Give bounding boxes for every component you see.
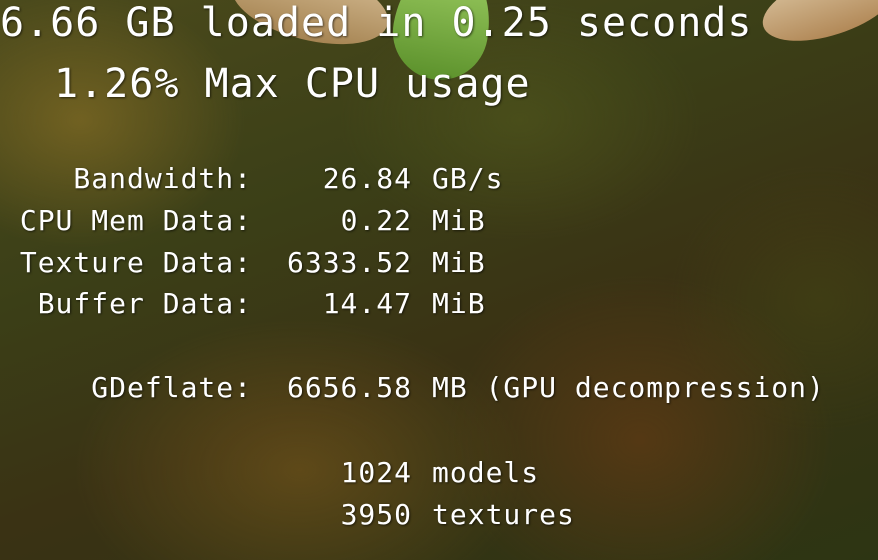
models-count: 1024 bbox=[340, 456, 412, 489]
stat-value: 6333.52 bbox=[286, 246, 412, 279]
stat-value: 26.84 bbox=[322, 162, 412, 195]
stat-value: 14.47 bbox=[322, 287, 412, 320]
gdeflate-unit: MB (GPU decompression) bbox=[432, 371, 825, 404]
stat-label: CPU Mem Data: bbox=[19, 204, 252, 237]
models-label: models bbox=[432, 456, 540, 489]
stat-label: Bandwidth: bbox=[73, 162, 252, 195]
cpu-usage: 1.26% Max CPU usage bbox=[54, 61, 531, 107]
gdeflate-value: 6656.58 bbox=[286, 371, 412, 404]
gdeflate-label: GDeflate: bbox=[91, 371, 252, 404]
twig-image-right bbox=[754, 0, 878, 56]
textures-count: 3950 bbox=[340, 498, 412, 531]
stat-unit: MiB bbox=[432, 204, 486, 237]
load-summary: 6.66 GB loaded in 0.25 seconds bbox=[0, 0, 753, 46]
stat-label: Texture Data: bbox=[19, 246, 252, 279]
stat-unit: MiB bbox=[432, 287, 486, 320]
textures-label: textures bbox=[432, 498, 575, 531]
stat-label: Buffer Data: bbox=[37, 287, 252, 320]
stat-value: 0.22 bbox=[340, 204, 412, 237]
stat-unit: MiB bbox=[432, 246, 486, 279]
stat-unit: GB/s bbox=[432, 162, 504, 195]
